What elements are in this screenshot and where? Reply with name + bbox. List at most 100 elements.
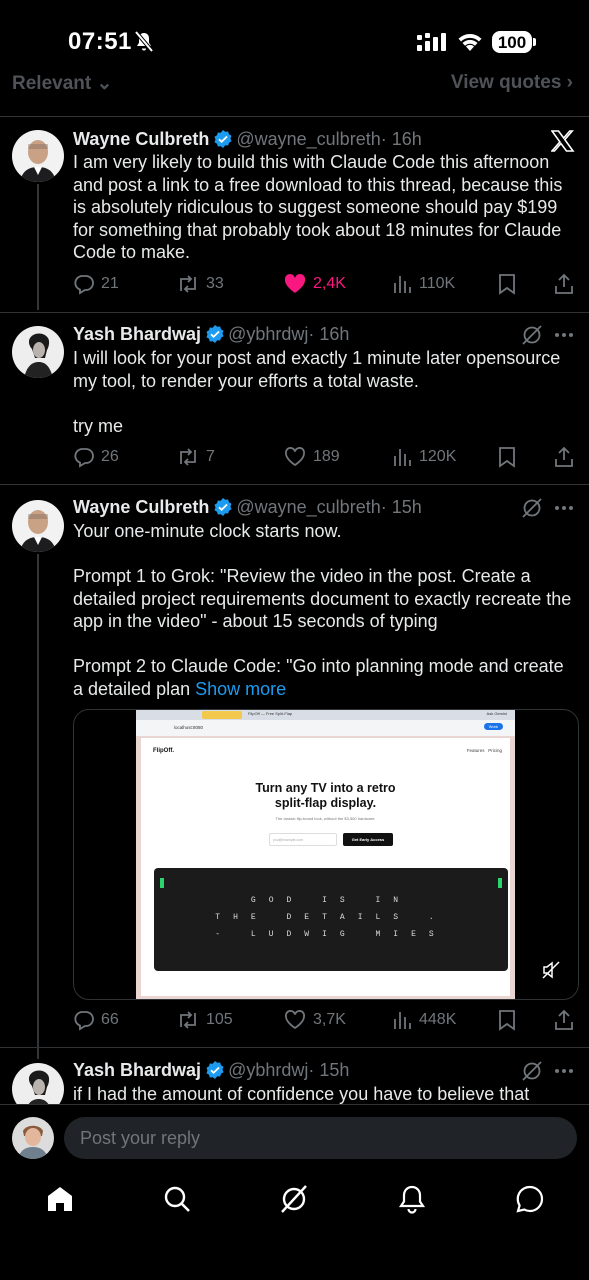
heart-filled-icon bbox=[283, 273, 307, 295]
flipoff-subline: The classic flip-board look, without the… bbox=[275, 816, 376, 821]
reply-button[interactable]: 66 bbox=[73, 1006, 119, 1034]
bookmark-button[interactable] bbox=[497, 443, 517, 471]
repost-button[interactable]: 105 bbox=[176, 1006, 233, 1034]
author-name[interactable]: Yash Bhardwaj bbox=[73, 324, 201, 344]
share-icon bbox=[553, 1009, 575, 1031]
sort-dropdown[interactable]: Relevant ⌄ bbox=[12, 72, 112, 95]
chevron-down-icon: ⌄ bbox=[96, 73, 113, 94]
tweet-text: I am very likely to build this with Clau… bbox=[73, 152, 568, 262]
post-time: · 15h bbox=[380, 497, 422, 517]
grok-icon[interactable] bbox=[521, 1060, 543, 1082]
verified-badge-icon bbox=[214, 498, 232, 516]
more-options-icon[interactable] bbox=[554, 1063, 574, 1079]
reply-input[interactable]: Post your reply bbox=[64, 1117, 577, 1159]
views-button[interactable]: 120K bbox=[391, 443, 456, 471]
repost-button[interactable]: 7 bbox=[176, 443, 215, 471]
author-name[interactable]: Yash Bhardwaj bbox=[73, 1060, 201, 1080]
repost-count: 105 bbox=[206, 1011, 233, 1028]
browser-tabstrip: FlipOff — Free Split-Flap Ask Gemini bbox=[136, 710, 515, 720]
reply-composer: Post your reply bbox=[0, 1104, 589, 1171]
bookmark-button[interactable] bbox=[497, 1006, 517, 1034]
reply-button[interactable]: 21 bbox=[73, 270, 119, 298]
repost-count: 33 bbox=[206, 275, 224, 292]
reply-count: 21 bbox=[101, 275, 119, 292]
home-icon[interactable] bbox=[45, 1184, 75, 1214]
bottom-tab-bar bbox=[0, 1170, 589, 1280]
repost-button[interactable]: 33 bbox=[176, 270, 224, 298]
views-button[interactable]: 448K bbox=[391, 1006, 456, 1034]
more-options-icon[interactable] bbox=[554, 500, 574, 516]
views-chart-icon bbox=[391, 273, 413, 295]
verified-badge-icon bbox=[206, 1061, 224, 1079]
tweet-text: if I had the amount of confidence you ha… bbox=[73, 1084, 530, 1104]
cellular-signal-icon bbox=[416, 32, 448, 52]
tweet-actions: 66 105 3,7K 448K bbox=[73, 1006, 578, 1034]
browser-tab-title: FlipOff — Free Split-Flap bbox=[248, 711, 293, 716]
show-more-link[interactable]: Show more bbox=[195, 679, 286, 699]
tweet-header: Wayne Culbreth @wayne_culbreth· 15h bbox=[73, 497, 422, 518]
like-button[interactable]: 2,4K bbox=[283, 270, 346, 298]
verified-badge-icon bbox=[206, 325, 224, 343]
x-logo-icon bbox=[551, 130, 575, 152]
post-time: · 16h bbox=[380, 129, 422, 149]
author-name[interactable]: Wayne Culbreth bbox=[73, 129, 209, 149]
views-chart-icon bbox=[391, 1009, 413, 1031]
views-button[interactable]: 110K bbox=[391, 270, 455, 298]
divider bbox=[0, 1047, 589, 1048]
mute-bell-icon bbox=[134, 31, 154, 53]
tweet-text: Your one-minute clock starts now. Prompt… bbox=[73, 520, 573, 700]
view-quotes-link[interactable]: View quotes › bbox=[451, 72, 573, 94]
my-avatar[interactable] bbox=[12, 1117, 54, 1159]
views-count: 120K bbox=[419, 448, 457, 465]
reply-button[interactable]: 26 bbox=[73, 443, 119, 471]
board-line: - LUDWIG MIES bbox=[215, 930, 447, 939]
avatar[interactable] bbox=[12, 500, 64, 552]
like-count: 189 bbox=[313, 448, 340, 465]
search-icon[interactable] bbox=[162, 1184, 192, 1214]
author-handle[interactable]: @wayne_culbreth bbox=[236, 129, 380, 149]
divider bbox=[0, 484, 589, 485]
messages-icon[interactable] bbox=[515, 1184, 545, 1214]
share-button[interactable] bbox=[553, 1006, 575, 1034]
verified-badge-icon bbox=[214, 130, 232, 148]
status-led bbox=[160, 878, 164, 888]
notifications-bell-icon[interactable] bbox=[397, 1184, 427, 1214]
avatar[interactable] bbox=[12, 130, 64, 182]
tweet-actions: 21 33 2,4K 110K bbox=[73, 270, 578, 298]
bookmark-icon bbox=[497, 1009, 517, 1031]
sort-label: Relevant bbox=[12, 73, 92, 94]
bookmark-button[interactable] bbox=[497, 270, 517, 298]
author-handle[interactable]: @wayne_culbreth bbox=[236, 497, 380, 517]
share-button[interactable] bbox=[553, 270, 575, 298]
post-time: · 15h bbox=[308, 1060, 350, 1080]
chevron-right-icon: › bbox=[566, 72, 573, 93]
grok-icon[interactable] bbox=[521, 324, 543, 346]
nav-features: Features bbox=[466, 748, 485, 753]
view-quotes-label: View quotes bbox=[450, 72, 562, 93]
like-button[interactable]: 189 bbox=[283, 443, 340, 471]
tweet-actions: 26 7 189 120K bbox=[73, 443, 578, 471]
share-button[interactable] bbox=[553, 443, 575, 471]
nav-pricing: Pricing bbox=[488, 748, 502, 753]
avatar[interactable] bbox=[12, 326, 64, 378]
repost-icon bbox=[176, 446, 200, 468]
flipoff-logo: FlipOff. bbox=[153, 748, 174, 754]
like-count: 3,7K bbox=[313, 1011, 346, 1028]
share-icon bbox=[553, 446, 575, 468]
more-options-icon[interactable] bbox=[554, 327, 574, 343]
grok-icon[interactable] bbox=[521, 497, 543, 519]
like-count: 2,4K bbox=[313, 275, 346, 292]
divider bbox=[0, 312, 589, 313]
like-button[interactable]: 3,7K bbox=[283, 1006, 346, 1034]
muted-speaker-icon[interactable] bbox=[542, 961, 560, 979]
grok-tab-icon[interactable] bbox=[279, 1184, 309, 1214]
author-name[interactable]: Wayne Culbreth bbox=[73, 497, 209, 517]
clock: 07:51 bbox=[68, 28, 132, 55]
video-media[interactable]: FlipOff — Free Split-Flap Ask Gemini loc… bbox=[73, 709, 579, 1000]
thread-line bbox=[37, 554, 39, 1059]
reply-filter-row: Relevant ⌄ View quotes › bbox=[0, 72, 589, 98]
author-handle[interactable]: @ybhrdwj bbox=[228, 324, 308, 344]
author-handle[interactable]: @ybhrdwj bbox=[228, 1060, 308, 1080]
views-count: 110K bbox=[419, 275, 456, 292]
repost-icon bbox=[176, 1009, 200, 1031]
